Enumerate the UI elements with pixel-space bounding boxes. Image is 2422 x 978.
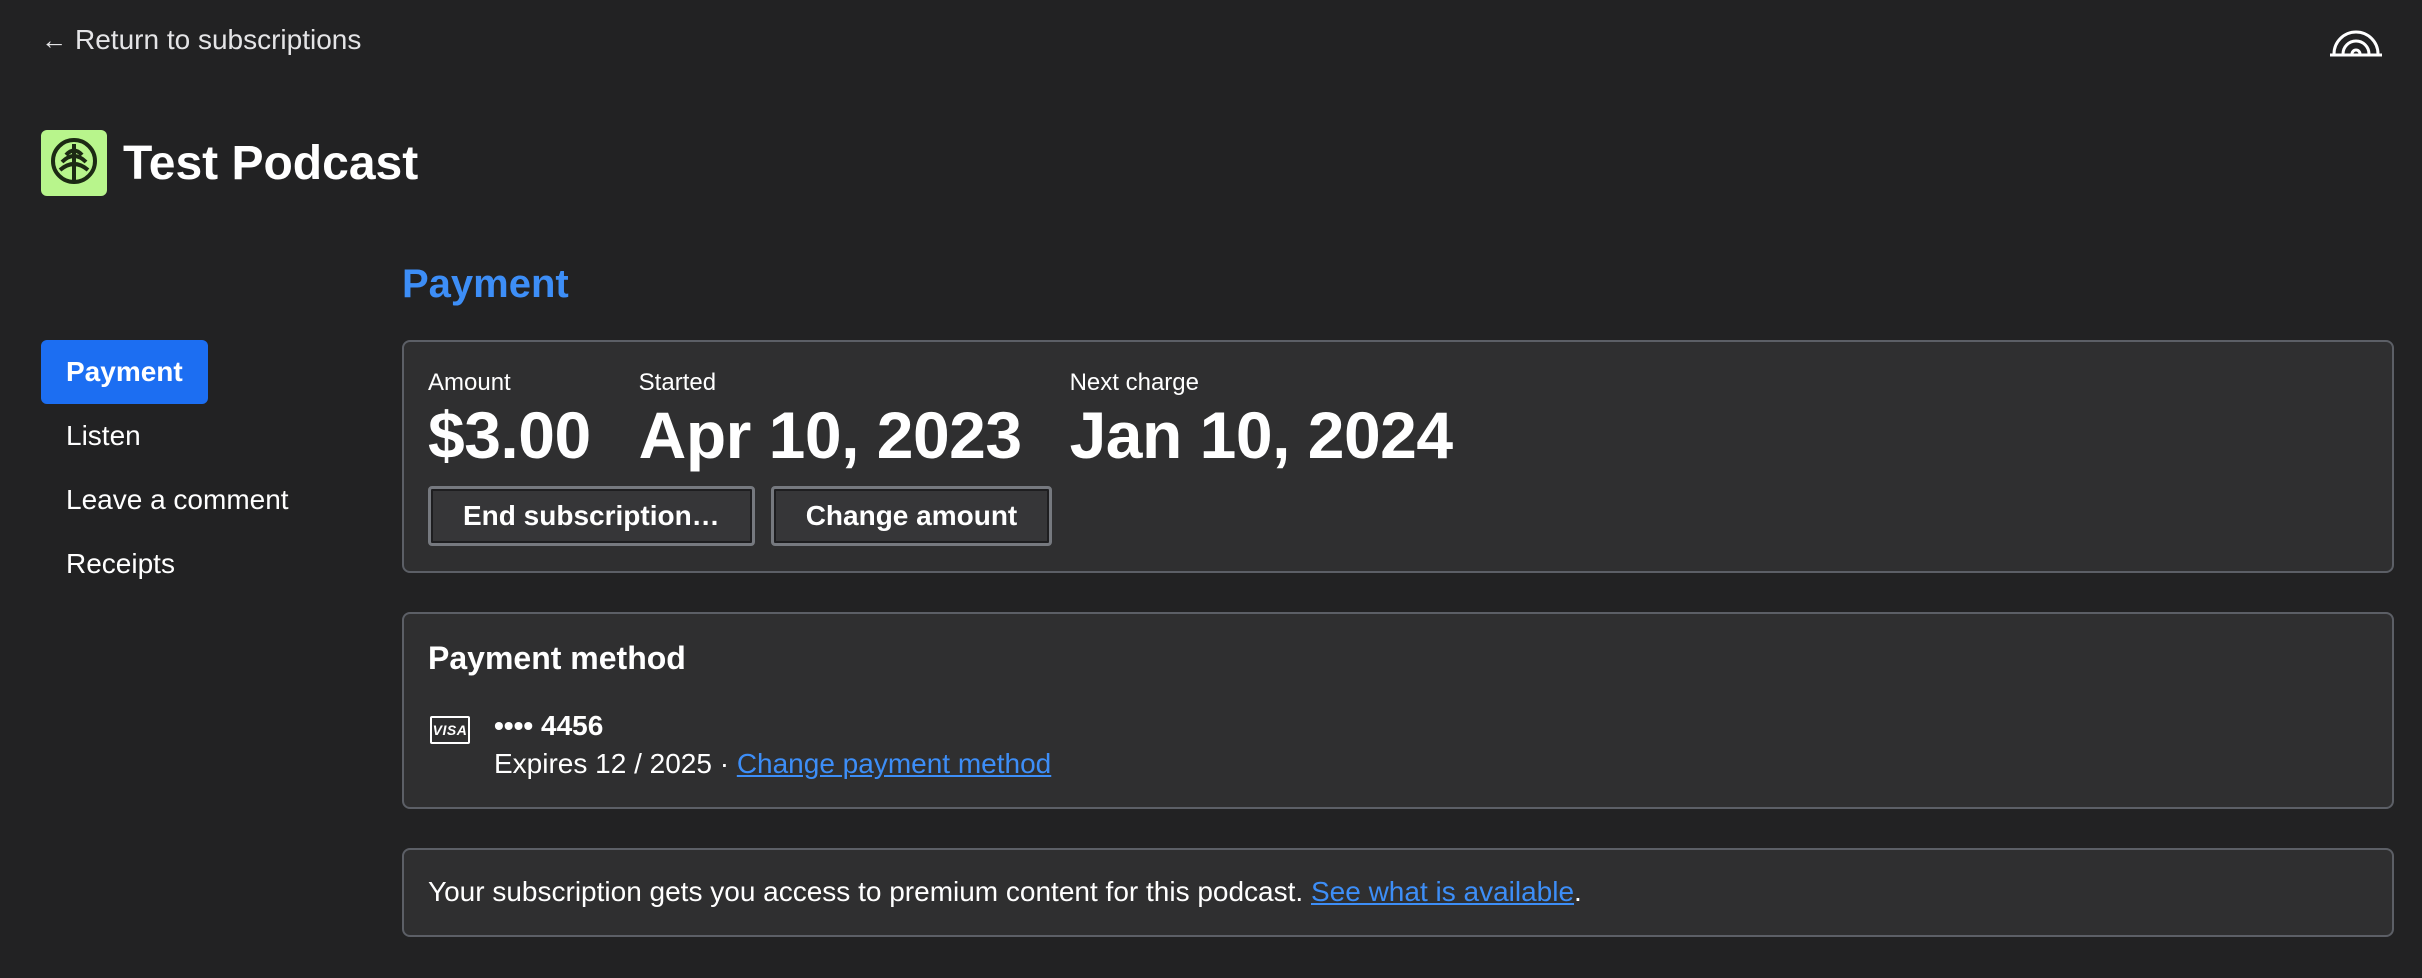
rainbow-dome-logo-icon[interactable] bbox=[2328, 22, 2384, 58]
return-to-subscriptions-link[interactable]: ← Return to subscriptions bbox=[41, 24, 361, 56]
sidebar-nav: Payment Listen Leave a comment Receipts bbox=[41, 340, 341, 596]
next-charge-label: Next charge bbox=[1069, 369, 1199, 396]
sidebar-item-leave-comment[interactable]: Leave a comment bbox=[41, 468, 314, 532]
premium-info-card: Your subscription gets you access to pre… bbox=[402, 848, 2394, 937]
podcast-header: Test Podcast bbox=[41, 130, 418, 196]
sidebar-item-receipts[interactable]: Receipts bbox=[41, 532, 200, 596]
return-label: Return to subscriptions bbox=[75, 24, 362, 55]
next-charge-value: Jan 10, 2024 bbox=[1069, 398, 1453, 472]
change-payment-method-link[interactable]: Change payment method bbox=[737, 748, 1051, 779]
payment-method-card: Payment method VISA •••• 4456 Expires 12… bbox=[402, 612, 2394, 809]
premium-info-suffix: . bbox=[1574, 876, 1582, 907]
amount-stat: Amount $3.00 bbox=[428, 368, 591, 472]
premium-info-text: Your subscription gets you access to pre… bbox=[428, 876, 1582, 908]
card-expiry-line: Expires 12 / 2025 · Change payment metho… bbox=[494, 748, 1051, 780]
card-expiry-text: Expires 12 / 2025 · bbox=[494, 748, 737, 779]
started-label: Started bbox=[638, 369, 717, 396]
visa-card-icon: VISA bbox=[430, 716, 470, 744]
amount-label: Amount bbox=[428, 369, 511, 396]
next-charge-stat: Next charge Jan 10, 2024 bbox=[1070, 368, 1453, 472]
started-stat: Started Apr 10, 2023 bbox=[639, 368, 1022, 472]
section-title: Payment bbox=[402, 262, 569, 306]
card-number: •••• 4456 bbox=[494, 710, 604, 741]
sidebar-item-listen[interactable]: Listen bbox=[41, 404, 166, 468]
tree-icon bbox=[49, 136, 99, 191]
sidebar-item-payment[interactable]: Payment bbox=[41, 340, 208, 404]
subscription-summary-card: Amount $3.00 Started Apr 10, 2023 Next c… bbox=[402, 340, 2394, 573]
payment-method-title: Payment method bbox=[428, 640, 686, 676]
premium-info-message: Your subscription gets you access to pre… bbox=[428, 876, 1311, 907]
podcast-artwork bbox=[41, 130, 107, 196]
amount-value: $3.00 bbox=[428, 398, 591, 472]
end-subscription-button[interactable]: End subscription… bbox=[428, 486, 755, 546]
started-value: Apr 10, 2023 bbox=[638, 398, 1022, 472]
see-what-is-available-link[interactable]: See what is available bbox=[1311, 876, 1574, 907]
subscription-page: ← Return to subscriptions Test Podcast P… bbox=[0, 0, 2422, 978]
arrow-left-icon: ← bbox=[41, 25, 67, 55]
change-amount-button[interactable]: Change amount bbox=[770, 486, 1053, 546]
podcast-title: Test Podcast bbox=[123, 136, 419, 190]
